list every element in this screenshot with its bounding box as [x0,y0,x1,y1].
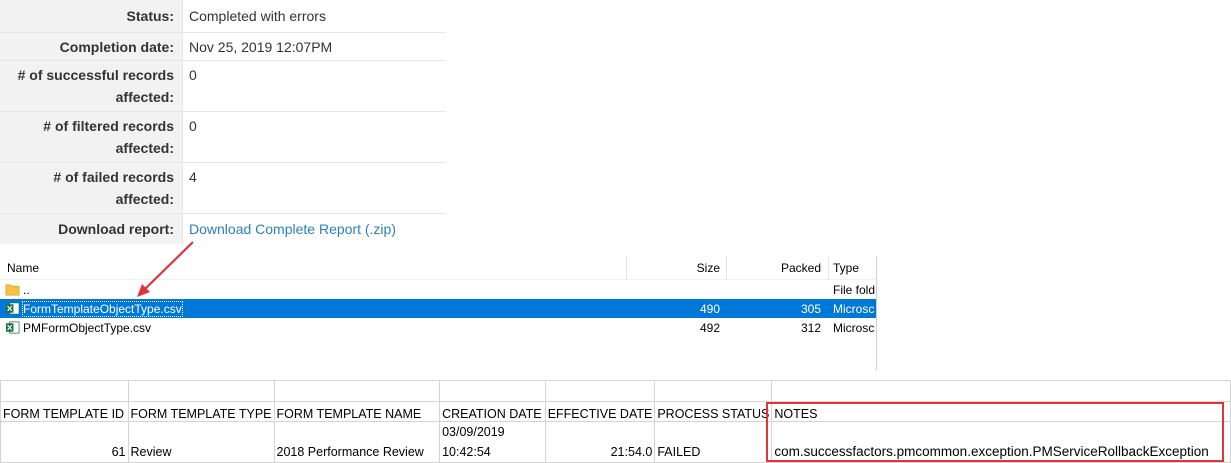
header-creation-date[interactable]: CREATION DATE [439,401,546,422]
spreadsheet: FORM TEMPLATE ID FORM TEMPLATE TYPE FORM… [0,380,1231,463]
header-notes[interactable]: NOTES [771,401,1231,422]
list-item-parent-folder[interactable]: .. File fold [0,280,876,299]
archive-file-list: Name Size Packed Type .. File fold FormT… [0,256,877,370]
table-row: 61 Review 2018 Performance Review 03/09/… [0,421,1231,463]
cell-effective-date[interactable]: 21:54.0 [544,421,656,463]
cell[interactable] [771,380,1231,402]
cell-process-status[interactable]: FAILED [654,421,773,463]
file-size: 492 [699,321,720,335]
cell-form-template-type[interactable]: Review [127,421,275,463]
creation-date-text: 03/09/2019 [442,425,505,439]
failed-records-value: 4 [189,169,197,185]
filtered-records-row: # of filtered records affected: 0 [0,112,446,163]
header-form-template-type[interactable]: FORM TEMPLATE TYPE [127,401,275,422]
column-header-size[interactable]: Size [697,261,720,275]
successful-records-value: 0 [189,67,197,83]
failed-records-label: # of failed records affected: [0,163,183,213]
cell[interactable] [544,380,656,402]
file-packed: 312 [800,321,821,335]
download-report-row: Download report: Download Complete Repor… [0,214,446,244]
status-label: Status: [0,0,183,32]
header-effective-date[interactable]: EFFECTIVE DATE [544,401,656,422]
cell-form-template-id[interactable]: 61 [0,421,129,463]
download-report-link[interactable]: Download Complete Report (.zip) [189,221,396,237]
list-item-formtemplateobjecttype[interactable]: FormTemplateObjectType.csv 490 305 Micro… [0,299,876,318]
file-type: Microsc [833,321,875,335]
successful-records-label: # of successful records affected: [0,61,183,111]
file-size: 490 [699,302,720,316]
cell-form-template-name[interactable]: 2018 Performance Review [273,421,441,463]
status-value: Completed with errors [189,8,326,24]
completion-date-label: Completion date: [0,33,183,60]
file-name: PMFormObjectType.csv [23,321,152,335]
cell[interactable] [654,380,773,402]
filtered-records-label: # of filtered records affected: [0,112,183,162]
list-item-pmformobjecttype[interactable]: PMFormObjectType.csv 492 312 Microsc [0,318,876,337]
successful-records-row: # of successful records affected: 0 [0,61,446,112]
table-header-row: FORM TEMPLATE ID FORM TEMPLATE TYPE FORM… [0,401,1231,422]
file-name: .. [23,283,30,297]
completion-date-value: Nov 25, 2019 12:07PM [189,39,333,55]
creation-time-text: 10:42:54 [442,445,491,459]
column-header-type[interactable]: Type [833,261,859,275]
filtered-records-value: 0 [189,118,197,134]
archive-header: Name Size Packed Type [0,256,876,280]
file-type: Microsc [833,302,875,316]
failed-records-row: # of failed records affected: 4 [0,163,446,214]
status-row: Status: Completed with errors [0,0,446,33]
cell[interactable] [439,380,546,402]
excel-icon [5,321,20,334]
completion-date-row: Completion date: Nov 25, 2019 12:07PM [0,33,446,61]
cell[interactable] [127,380,275,402]
table-row [0,380,1231,402]
excel-icon [5,302,20,315]
cell[interactable] [0,380,129,402]
file-type: File fold [833,283,876,297]
header-form-template-name[interactable]: FORM TEMPLATE NAME [273,401,441,422]
column-header-name[interactable]: Name [7,261,39,275]
cell-notes[interactable]: com.successfactors.pmcommon.exception.PM… [771,421,1231,463]
file-name: FormTemplateObjectType.csv [22,301,183,317]
job-status-panel: Status: Completed with errors Completion… [0,0,446,244]
header-process-status[interactable]: PROCESS STATUS [654,401,773,422]
download-report-label: Download report: [0,214,183,244]
cell[interactable] [273,380,441,402]
column-header-packed[interactable]: Packed [781,261,821,275]
cell-creation-date[interactable]: 03/09/2019 10:42:54 [439,421,546,463]
folder-icon [5,284,20,296]
file-packed: 305 [800,302,821,316]
header-form-template-id[interactable]: FORM TEMPLATE ID [0,401,129,422]
